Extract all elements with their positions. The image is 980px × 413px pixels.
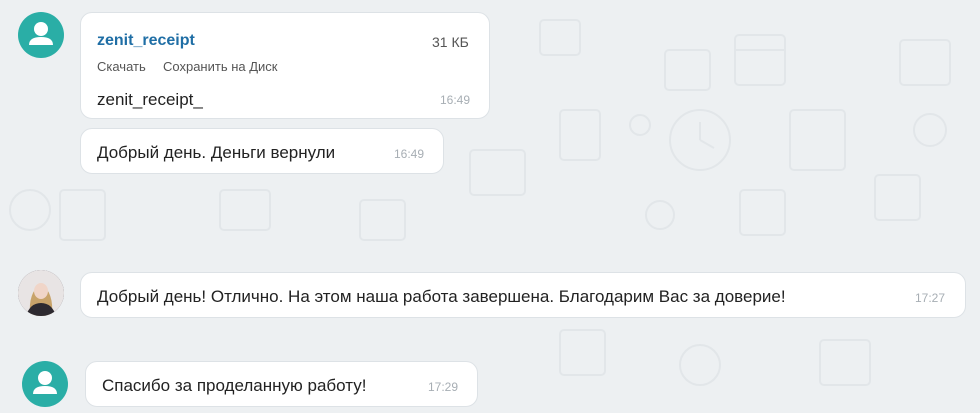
- message-time: 16:49: [394, 147, 425, 161]
- save-to-disk-link[interactable]: Сохранить на Диск: [163, 59, 278, 74]
- message-time: 17:27: [915, 291, 946, 305]
- message-text: Добрый день. Деньги вернули: [97, 143, 336, 162]
- file-name-link[interactable]: zenit_receipt: [97, 32, 195, 50]
- message-bubble[interactable]: Спасибо за проделанную работу! 17:29: [85, 361, 478, 407]
- user-silhouette-icon: [33, 371, 57, 394]
- message-text: Спасибо за проделанную работу!: [102, 376, 367, 395]
- redacted-area: [199, 27, 341, 53]
- message-time: 17:29: [428, 380, 459, 394]
- contact-photo[interactable]: [18, 270, 64, 316]
- file-message-bubble[interactable]: zenit_receipt 31 КБ Скачать Сохранить на…: [80, 12, 490, 119]
- redacted-area: [219, 85, 353, 111]
- message-bubble[interactable]: Добрый день. Деньги вернули 16:49: [80, 128, 444, 174]
- message-text: Добрый день! Отлично. На этом наша работ…: [97, 287, 786, 306]
- message-time: 16:49: [440, 93, 471, 107]
- user-silhouette-icon: [29, 22, 53, 45]
- contact-avatar[interactable]: [22, 361, 68, 407]
- contact-photo-image: [18, 270, 64, 316]
- file-size: 31 КБ: [432, 34, 469, 50]
- message-bubble[interactable]: Добрый день! Отлично. На этом наша работ…: [80, 272, 966, 318]
- download-link[interactable]: Скачать: [97, 59, 146, 74]
- message-text: zenit_receipt_: [97, 90, 203, 109]
- contact-avatar[interactable]: [18, 12, 64, 58]
